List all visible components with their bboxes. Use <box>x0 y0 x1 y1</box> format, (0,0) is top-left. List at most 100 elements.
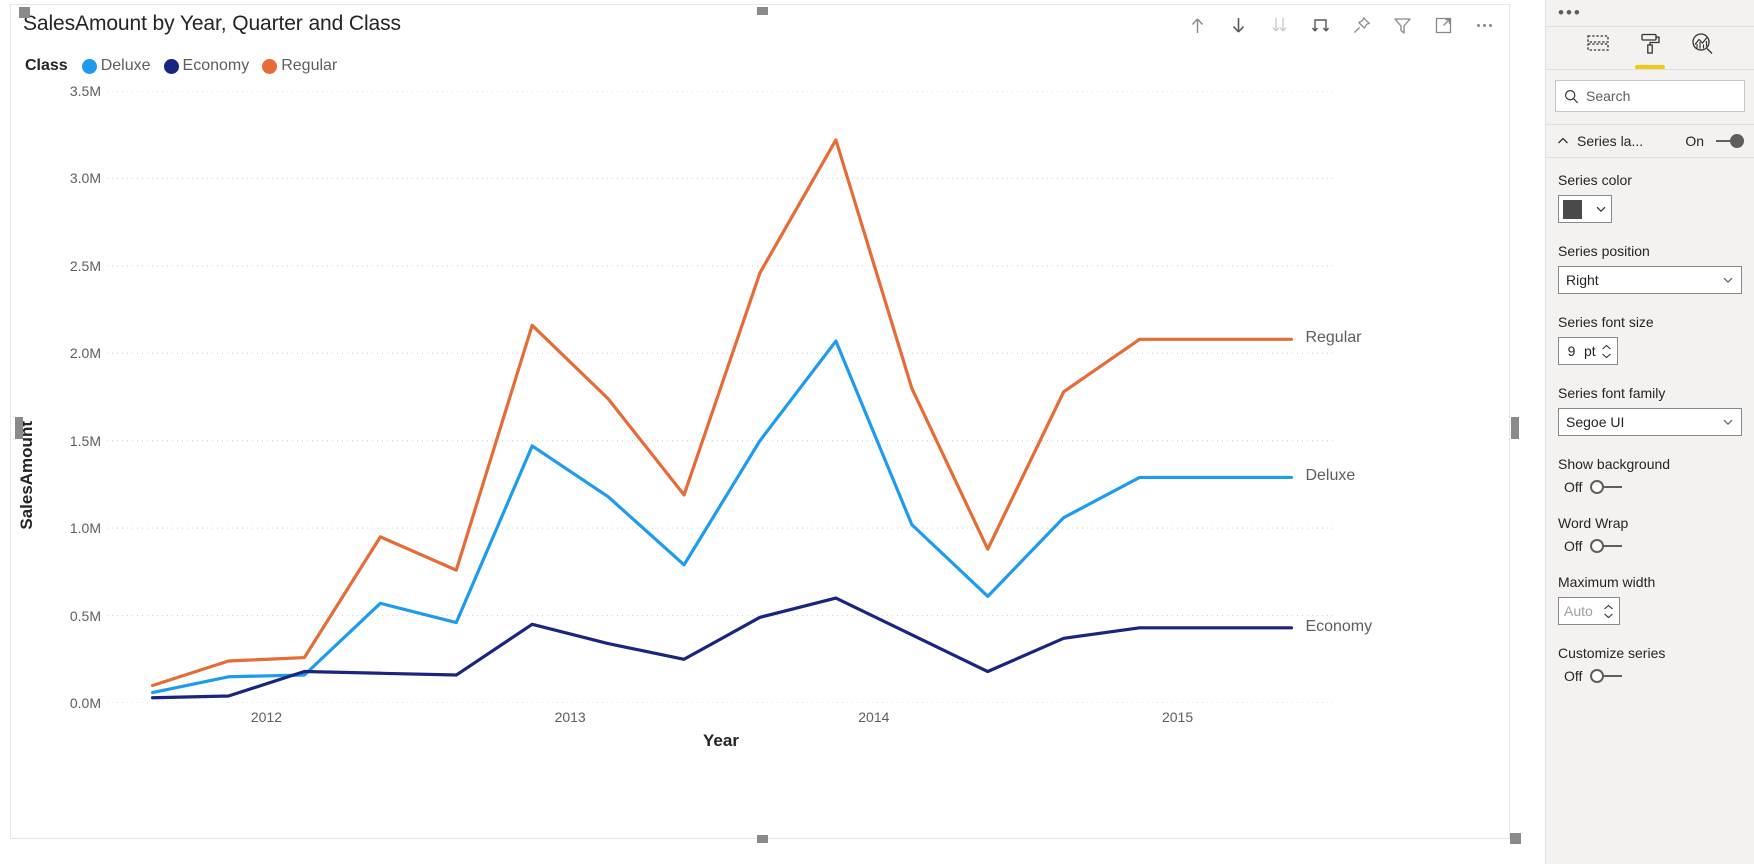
property-series-font-size: Series font size 9 pt <box>1558 314 1742 365</box>
chevron-up-icon[interactable] <box>1603 604 1614 611</box>
legend-color-dot <box>163 58 179 74</box>
series-labels-card-body: Series color Series position Right Serie… <box>1546 158 1754 684</box>
format-pane: ••• Search Series la... On Series color … <box>1545 0 1754 864</box>
x-axis-tick-label: 2014 <box>858 709 890 725</box>
property-label: Word Wrap <box>1558 515 1629 531</box>
property-series-color: Series color <box>1558 172 1742 223</box>
word-wrap-toggle[interactable]: Off <box>1558 538 1742 554</box>
toggle-state-label: Off <box>1564 538 1583 554</box>
series-end-label-economy: Economy <box>1305 617 1373 635</box>
resize-handle-bottom-right[interactable] <box>1510 833 1521 844</box>
show-background-toggle[interactable]: Off <box>1558 479 1742 495</box>
series-color-picker[interactable] <box>1558 195 1612 223</box>
chevron-up-icon[interactable] <box>1601 344 1612 351</box>
legend-item-economy[interactable]: Economy <box>163 57 250 75</box>
series-line-economy[interactable] <box>150 596 1294 700</box>
pin-icon[interactable] <box>1351 15 1372 36</box>
chevron-down-icon[interactable] <box>1601 352 1612 359</box>
series-position-select[interactable]: Right <box>1558 266 1742 294</box>
y-axis-tick-label: 0.0M <box>69 695 101 711</box>
go-to-next-level-icon[interactable] <box>1269 15 1290 36</box>
paint-roller-icon <box>1641 33 1660 54</box>
legend-item-deluxe[interactable]: Deluxe <box>81 57 151 75</box>
series-labels-card-header[interactable]: Series la... On <box>1546 124 1754 158</box>
chevron-down-icon[interactable] <box>1603 612 1614 619</box>
series-font-family-select[interactable]: Segoe UI <box>1558 408 1742 436</box>
chevron-up-icon[interactable] <box>1556 134 1570 148</box>
drill-down-icon[interactable] <box>1228 15 1249 36</box>
report-canvas: SalesAmount by Year, Quarter and Class C… <box>0 0 1545 864</box>
property-maximum-width: Maximum width Auto <box>1558 574 1742 625</box>
property-label: Series color <box>1558 172 1632 188</box>
format-search-box[interactable] <box>1555 80 1745 112</box>
table-fields-icon <box>1587 35 1609 51</box>
legend-color-dot <box>262 58 278 74</box>
property-word-wrap: Word Wrap Off <box>1558 515 1742 554</box>
pane-overflow-dots[interactable]: ••• <box>1546 0 1754 26</box>
resize-handle-middle-right[interactable] <box>1511 417 1519 439</box>
format-tab[interactable] <box>1635 31 1665 69</box>
toggle-switch[interactable] <box>1590 539 1624 553</box>
resize-handle-top-left[interactable] <box>19 7 30 18</box>
visual-title: SalesAmount by Year, Quarter and Class <box>23 12 401 35</box>
y-axis-tick-label: 3.5M <box>69 83 101 99</box>
chart-legend: Class Deluxe Economy Regular <box>25 57 344 75</box>
property-label: Series font family <box>1558 385 1666 401</box>
property-label: Customize series <box>1558 645 1666 661</box>
stepper-unit: pt <box>1584 343 1596 359</box>
analytics-magnifier-icon <box>1692 33 1713 54</box>
legend-title: Class <box>25 57 68 74</box>
legend-item-regular[interactable]: Regular <box>262 57 337 75</box>
toggle-switch[interactable] <box>1590 480 1624 494</box>
stepper-arrows[interactable] <box>1601 344 1612 359</box>
more-options-icon[interactable] <box>1474 15 1495 36</box>
power-bi-report-view: SalesAmount by Year, Quarter and Class C… <box>0 0 1754 864</box>
legend-label: Regular <box>281 57 338 74</box>
series-labels-toggle[interactable]: On <box>1685 133 1744 149</box>
y-axis-tick-label: 1.0M <box>69 520 101 537</box>
analytics-tab[interactable] <box>1689 31 1715 69</box>
series-font-size-stepper[interactable]: 9 pt <box>1558 337 1618 365</box>
toggle-switch[interactable] <box>1710 134 1744 148</box>
visual-toolbar <box>1187 15 1495 36</box>
y-axis-tick-label: 1.5M <box>69 432 101 449</box>
chevron-down-icon <box>1596 206 1606 213</box>
expand-all-down-icon[interactable] <box>1310 15 1331 36</box>
x-axis-tick-label: 2015 <box>1161 709 1194 725</box>
chart-lines <box>107 91 1337 703</box>
resize-handle-top-center[interactable] <box>757 7 768 15</box>
series-line-regular[interactable] <box>150 138 1294 688</box>
customize-series-toggle[interactable]: Off <box>1558 668 1742 684</box>
property-series-font-family: Series font family Segoe UI <box>1558 385 1742 436</box>
drill-up-icon[interactable] <box>1187 15 1208 36</box>
property-series-position: Series position Right <box>1558 243 1742 294</box>
pane-tab-strip <box>1546 26 1754 70</box>
line-chart-visual[interactable]: SalesAmount by Year, Quarter and Class C… <box>10 4 1521 844</box>
toggle-switch[interactable] <box>1590 669 1624 683</box>
stepper-value: Auto <box>1564 603 1593 619</box>
property-label: Series font size <box>1558 314 1654 330</box>
resize-handle-bottom-center[interactable] <box>757 835 768 843</box>
toggle-state-label: Off <box>1564 668 1583 684</box>
filter-icon[interactable] <box>1392 15 1413 36</box>
fields-tab[interactable] <box>1585 31 1611 69</box>
y-axis-tick-label: 2.5M <box>69 257 101 274</box>
property-label: Show background <box>1558 456 1671 472</box>
search-icon <box>1564 89 1579 103</box>
color-swatch <box>1563 199 1582 219</box>
legend-label: Economy <box>182 57 250 74</box>
series-end-label-regular: Regular <box>1305 329 1362 347</box>
legend-color-dot <box>81 58 97 74</box>
select-value: Segoe UI <box>1566 414 1625 430</box>
search-input[interactable] <box>1586 88 1726 104</box>
property-show-background: Show background Off <box>1558 456 1742 495</box>
maximum-width-stepper[interactable]: Auto <box>1558 597 1620 625</box>
series-end-label-deluxe: Deluxe <box>1305 467 1356 485</box>
stepper-arrows[interactable] <box>1603 604 1614 619</box>
select-value: Right <box>1566 272 1599 288</box>
property-label: Maximum width <box>1558 574 1656 590</box>
x-axis-title: Year <box>703 731 739 750</box>
focus-mode-icon[interactable] <box>1433 15 1454 36</box>
resize-handle-middle-left[interactable] <box>15 417 23 439</box>
y-axis-tick-label: 2.0M <box>69 345 101 362</box>
